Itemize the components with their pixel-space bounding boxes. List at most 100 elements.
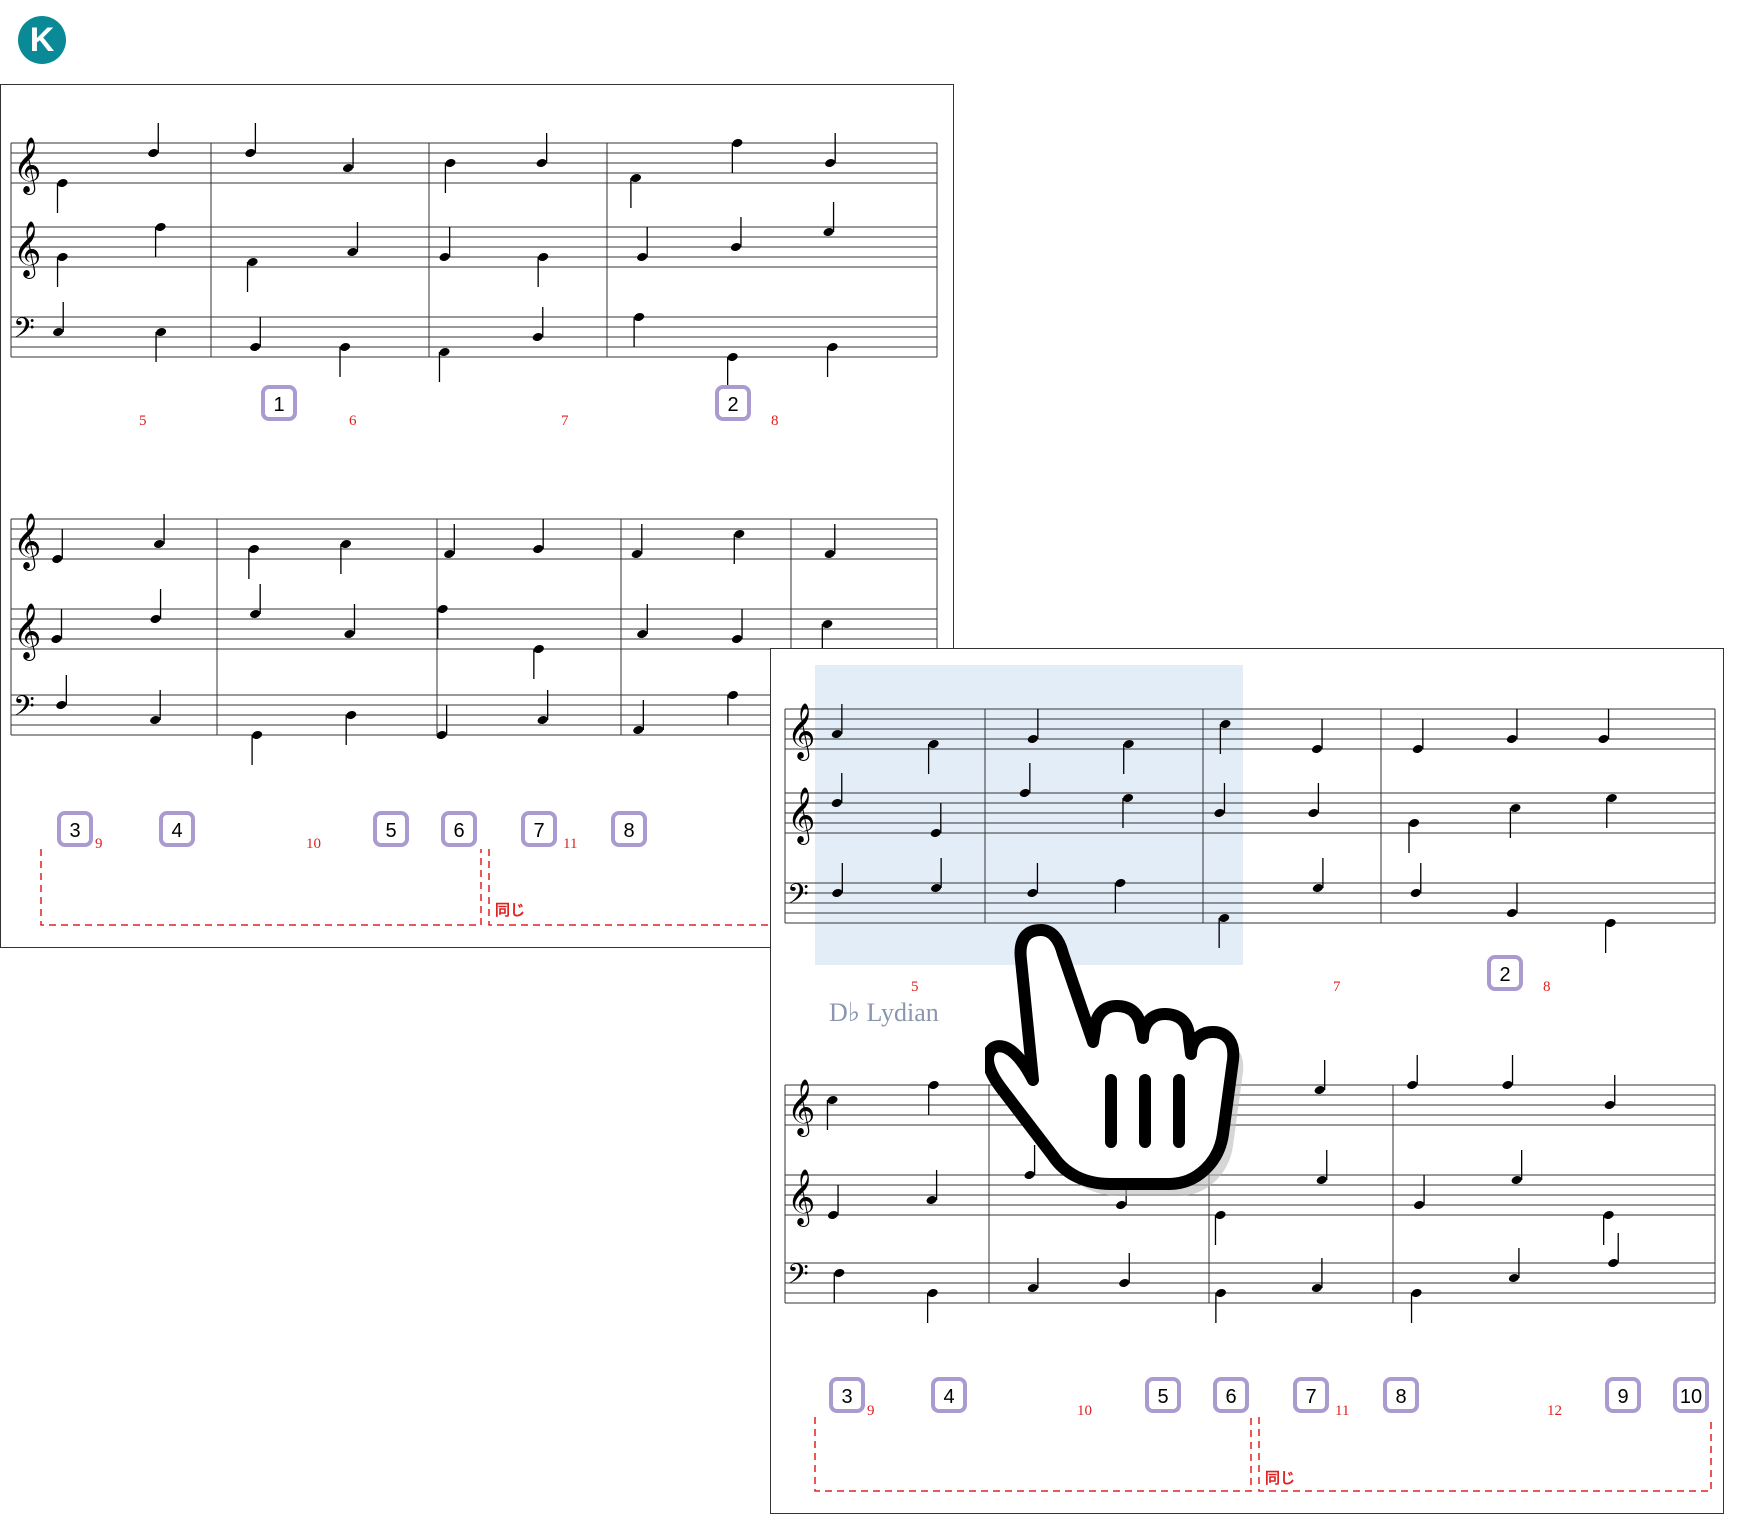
note-head	[250, 610, 261, 618]
note-head	[1311, 745, 1323, 753]
step-badge: 8	[1383, 1377, 1419, 1413]
note-head	[347, 248, 358, 256]
note-head	[730, 243, 742, 251]
measure-number: 10	[1077, 1403, 1092, 1419]
note-head	[1606, 794, 1617, 802]
note-head	[927, 1289, 938, 1297]
step-badge-number: 2	[1499, 964, 1510, 986]
same-label: 同じ	[1265, 1469, 1295, 1487]
note-head	[1116, 1201, 1127, 1209]
note-head	[56, 701, 67, 709]
note-head	[150, 716, 161, 724]
note-head	[824, 550, 835, 558]
treble-clef-icon: 𝄞	[787, 1079, 815, 1137]
note-head	[633, 726, 644, 734]
step-badge: 9	[1605, 1377, 1641, 1413]
step-badge-number: 10	[1680, 1386, 1702, 1408]
note-head	[1605, 919, 1616, 927]
step-badge-number: 3	[69, 820, 80, 842]
note-head	[53, 328, 64, 336]
note-head	[439, 348, 450, 356]
note-head	[1027, 1284, 1038, 1292]
note-head	[247, 258, 258, 266]
step-badge: 3	[829, 1377, 865, 1413]
note-head	[1316, 1176, 1327, 1184]
note-head	[827, 343, 838, 351]
step-badge: 10	[1673, 1377, 1709, 1413]
step-badge-number: 7	[1305, 1386, 1316, 1408]
note-head	[1411, 1289, 1422, 1297]
system-1: 𝄞 𝄞 𝄢 5 6 7 8 1 2	[10, 123, 938, 429]
bass-clef-icon: 𝄢	[13, 312, 35, 352]
note-head	[51, 635, 62, 643]
step-badge-number: 8	[1395, 1386, 1406, 1408]
note-head	[156, 328, 167, 336]
note-head	[1502, 1081, 1513, 1089]
note-head	[342, 164, 354, 172]
note-head	[439, 253, 450, 261]
note-head	[1407, 1081, 1418, 1089]
note-head	[148, 149, 159, 157]
note-head	[1312, 884, 1323, 892]
same-bracket	[814, 1417, 1712, 1492]
step-badge: 5	[373, 811, 409, 847]
treble-clef-icon: 𝄞	[787, 787, 815, 845]
note-head	[245, 149, 256, 157]
system-1-staves: 𝄞 𝄞 𝄢	[10, 123, 938, 387]
mode-label: D♭ Lydian	[829, 998, 939, 1027]
k-logo-icon: K	[18, 16, 66, 64]
step-badge: 6	[441, 811, 477, 847]
note-head	[1511, 1176, 1522, 1184]
note-head	[344, 630, 355, 638]
treble-clef-icon: 𝄞	[13, 603, 41, 661]
measure-number: 11	[563, 836, 577, 852]
note-head	[1510, 804, 1521, 812]
step-badge-number: 8	[623, 820, 634, 842]
note-head	[825, 159, 836, 167]
measure-number: 10	[306, 836, 321, 852]
measure-number: 9	[95, 836, 103, 852]
step-badge: 7	[1293, 1377, 1329, 1413]
step-badge-number: 3	[841, 1386, 852, 1408]
note-head	[346, 711, 357, 719]
measure-number: 8	[771, 413, 779, 429]
note-head	[445, 159, 456, 167]
step-badge: 8	[611, 811, 647, 847]
note-head	[1604, 1101, 1615, 1109]
step-badge-number: 5	[385, 820, 396, 842]
same-bracket	[40, 849, 781, 926]
note-head	[731, 635, 743, 643]
step-badge-number: 5	[1157, 1386, 1168, 1408]
note-head	[1508, 1274, 1519, 1282]
note-head	[339, 343, 351, 351]
note-head	[155, 223, 166, 231]
step-badge-number: 4	[171, 820, 182, 842]
measure-number: 7	[1333, 979, 1341, 995]
bass-clef-icon: 𝄢	[787, 878, 809, 918]
step-badge: 1	[261, 385, 297, 421]
treble-clef-icon: 𝄞	[13, 137, 41, 195]
note-head	[538, 253, 549, 261]
bass-clef-icon: 𝄢	[787, 1258, 809, 1298]
measure-number: 11	[1335, 1403, 1349, 1419]
note-head	[52, 555, 63, 563]
note-head	[827, 1096, 838, 1104]
note-head	[1408, 819, 1420, 827]
note-head	[536, 159, 547, 167]
note-head	[631, 550, 642, 558]
note-head	[154, 540, 165, 548]
note-head	[1215, 1289, 1226, 1297]
step-badge: 3	[57, 811, 93, 847]
note-head	[630, 174, 641, 182]
step-badge-number: 1	[273, 394, 284, 416]
note-head	[727, 353, 738, 361]
measure-number: 6	[349, 413, 357, 429]
note-head	[1119, 1279, 1130, 1287]
note-head	[1410, 889, 1421, 897]
note-head	[532, 333, 543, 341]
note-head	[637, 253, 648, 261]
same-label: 同じ	[495, 901, 525, 919]
treble-clef-icon: 𝄞	[787, 703, 815, 761]
note-head	[444, 550, 455, 558]
step-badge: 4	[931, 1377, 967, 1413]
